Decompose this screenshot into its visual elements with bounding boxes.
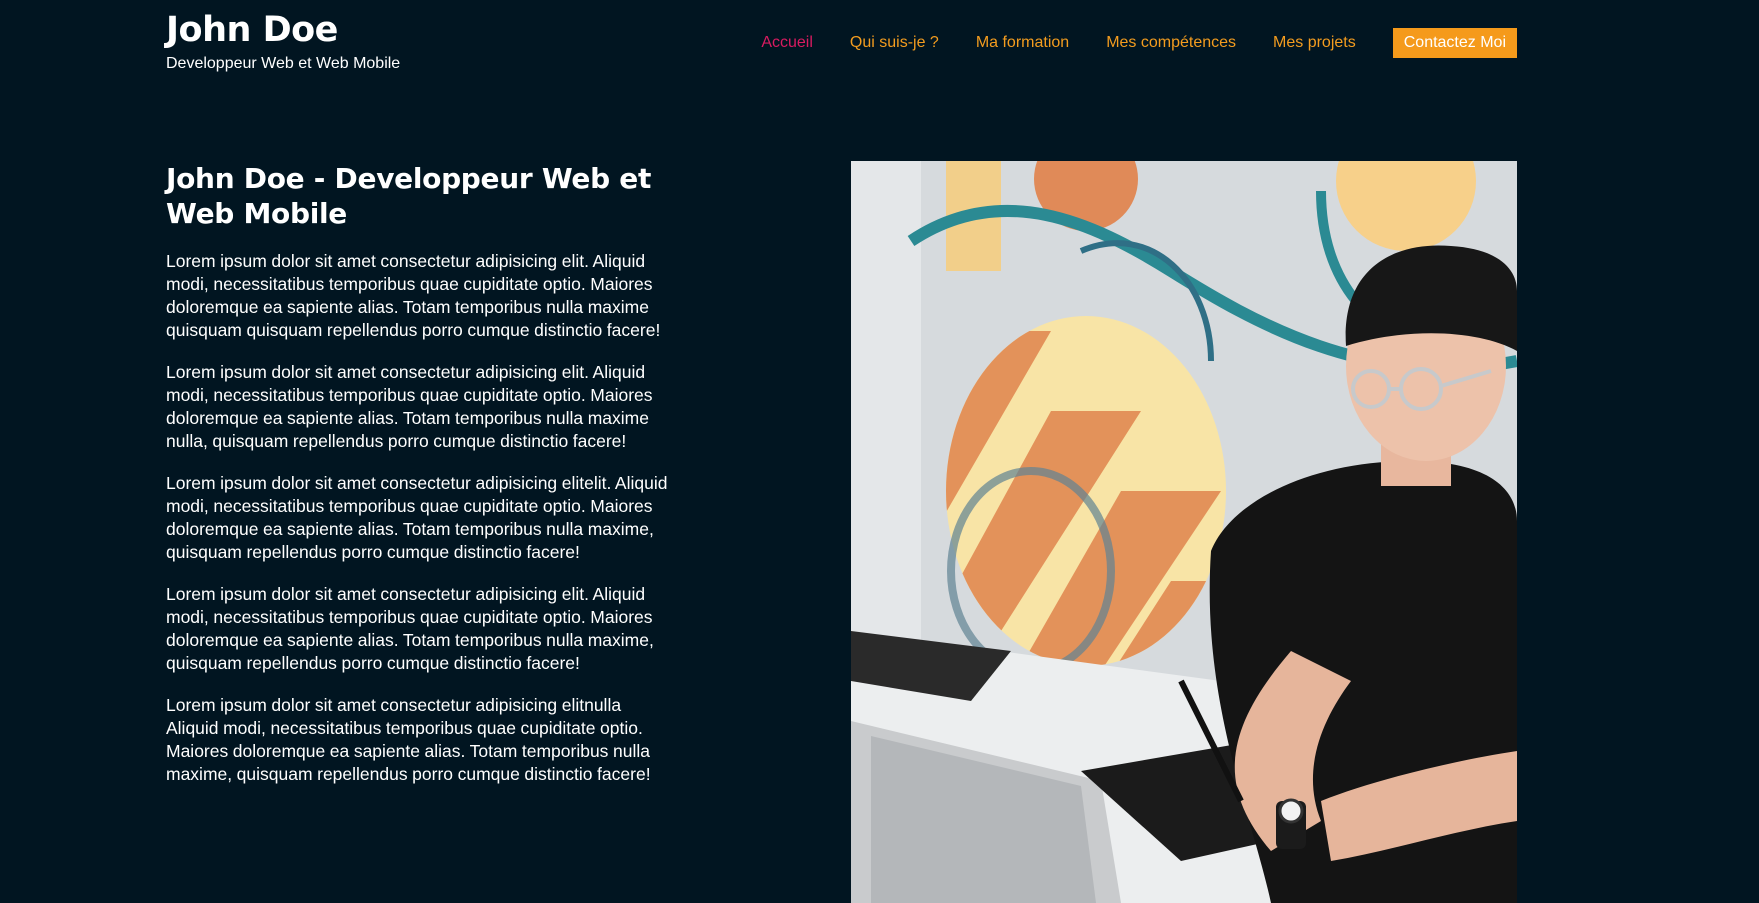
contact-button[interactable]: Contactez Moi — [1392, 28, 1517, 58]
hero-paragraph: Lorem ipsum dolor sit amet consectetur a… — [166, 695, 651, 784]
nav-item-accueil[interactable]: Accueil — [761, 28, 813, 58]
hero-paragraph: Lorem ipsum dolor sit amet consectetur a… — [166, 473, 668, 562]
hero-photo — [851, 161, 1517, 903]
brand: John Doe Developpeur Web et Web Mobile — [166, 8, 400, 74]
page: John Doe Developpeur Web et Web Mobile A… — [0, 0, 1759, 903]
hero-text: John Doe - Developpeur Web et Web Mobile… — [166, 161, 676, 805]
nav-item-mes-competences[interactable]: Mes compétences — [1106, 28, 1236, 58]
hero-paragraph: Lorem ipsum dolor sit amet consectetur a… — [166, 362, 653, 451]
main-nav: Accueil Qui suis-je ? Ma formation Mes c… — [724, 28, 1517, 58]
developer-at-laptop-illustration — [851, 161, 1517, 903]
brand-name[interactable]: John Doe — [166, 8, 400, 52]
brand-tagline: Developpeur Web et Web Mobile — [166, 55, 401, 72]
nav-item-qui-suis-je[interactable]: Qui suis-je ? — [850, 28, 939, 58]
nav-item-mes-projets[interactable]: Mes projets — [1273, 28, 1356, 58]
hero-paragraph: Lorem ipsum dolor sit amet consectetur a… — [166, 584, 654, 673]
nav-item-ma-formation[interactable]: Ma formation — [976, 28, 1069, 58]
hero-title: John Doe - Developpeur Web et Web Mobile — [166, 162, 652, 230]
hero-paragraph: Lorem ipsum dolor sit amet consectetur a… — [166, 251, 661, 340]
